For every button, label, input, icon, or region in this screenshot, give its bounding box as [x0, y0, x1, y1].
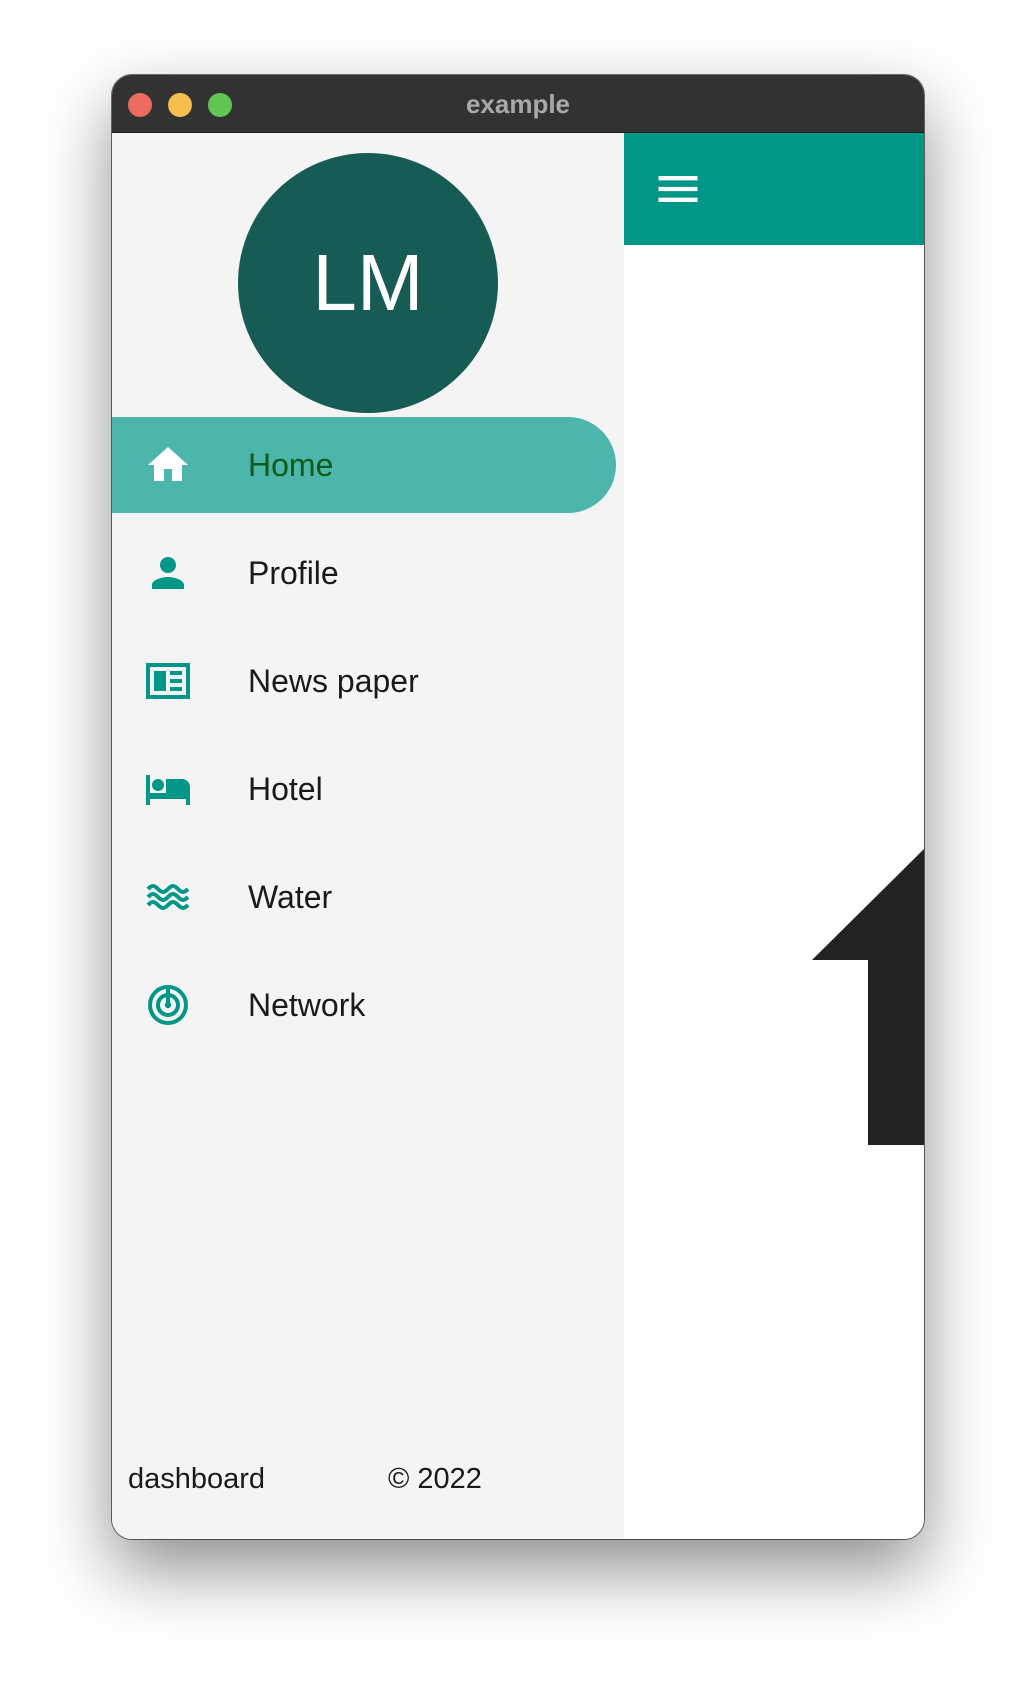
drawer-item-water[interactable]: Water [112, 849, 616, 945]
hotel-icon [144, 765, 192, 813]
water-icon [144, 873, 192, 921]
footer-app-name: dashboard [128, 1463, 266, 1495]
drawer-item-label: Water [248, 879, 333, 915]
drawer-item-label: Home [248, 447, 334, 483]
newspaper-icon [144, 657, 192, 705]
person-icon [144, 549, 192, 597]
home-icon [144, 441, 192, 489]
app-bar [624, 133, 924, 245]
page-content-shape [812, 849, 924, 1145]
drawer-item-home[interactable]: Home [112, 417, 616, 513]
drawer-item-network[interactable]: Network [112, 957, 616, 1053]
drawer-item-hotel[interactable]: Hotel [112, 741, 616, 837]
drawer-item-news-paper[interactable]: News paper [112, 633, 616, 729]
menu-icon[interactable] [652, 163, 704, 215]
drawer-item-label: Hotel [248, 771, 323, 807]
main-content [624, 245, 924, 1539]
drawer-item-label: News paper [248, 663, 419, 699]
drawer-item-label: Network [248, 987, 366, 1023]
navigation-drawer: LM Home Profile News paper Hotel Water N… [112, 133, 624, 1539]
network-icon [144, 981, 192, 1029]
drawer-item-profile[interactable]: Profile [112, 525, 616, 621]
title-bar: example [112, 75, 924, 133]
window-title: example [465, 89, 571, 119]
avatar: LM [238, 153, 498, 413]
app-window: example LM Home Profile News paper Hotel… [112, 75, 924, 1539]
footer-copyright: © 2022 [388, 1463, 482, 1495]
drawer-item-label: Profile [248, 555, 339, 591]
